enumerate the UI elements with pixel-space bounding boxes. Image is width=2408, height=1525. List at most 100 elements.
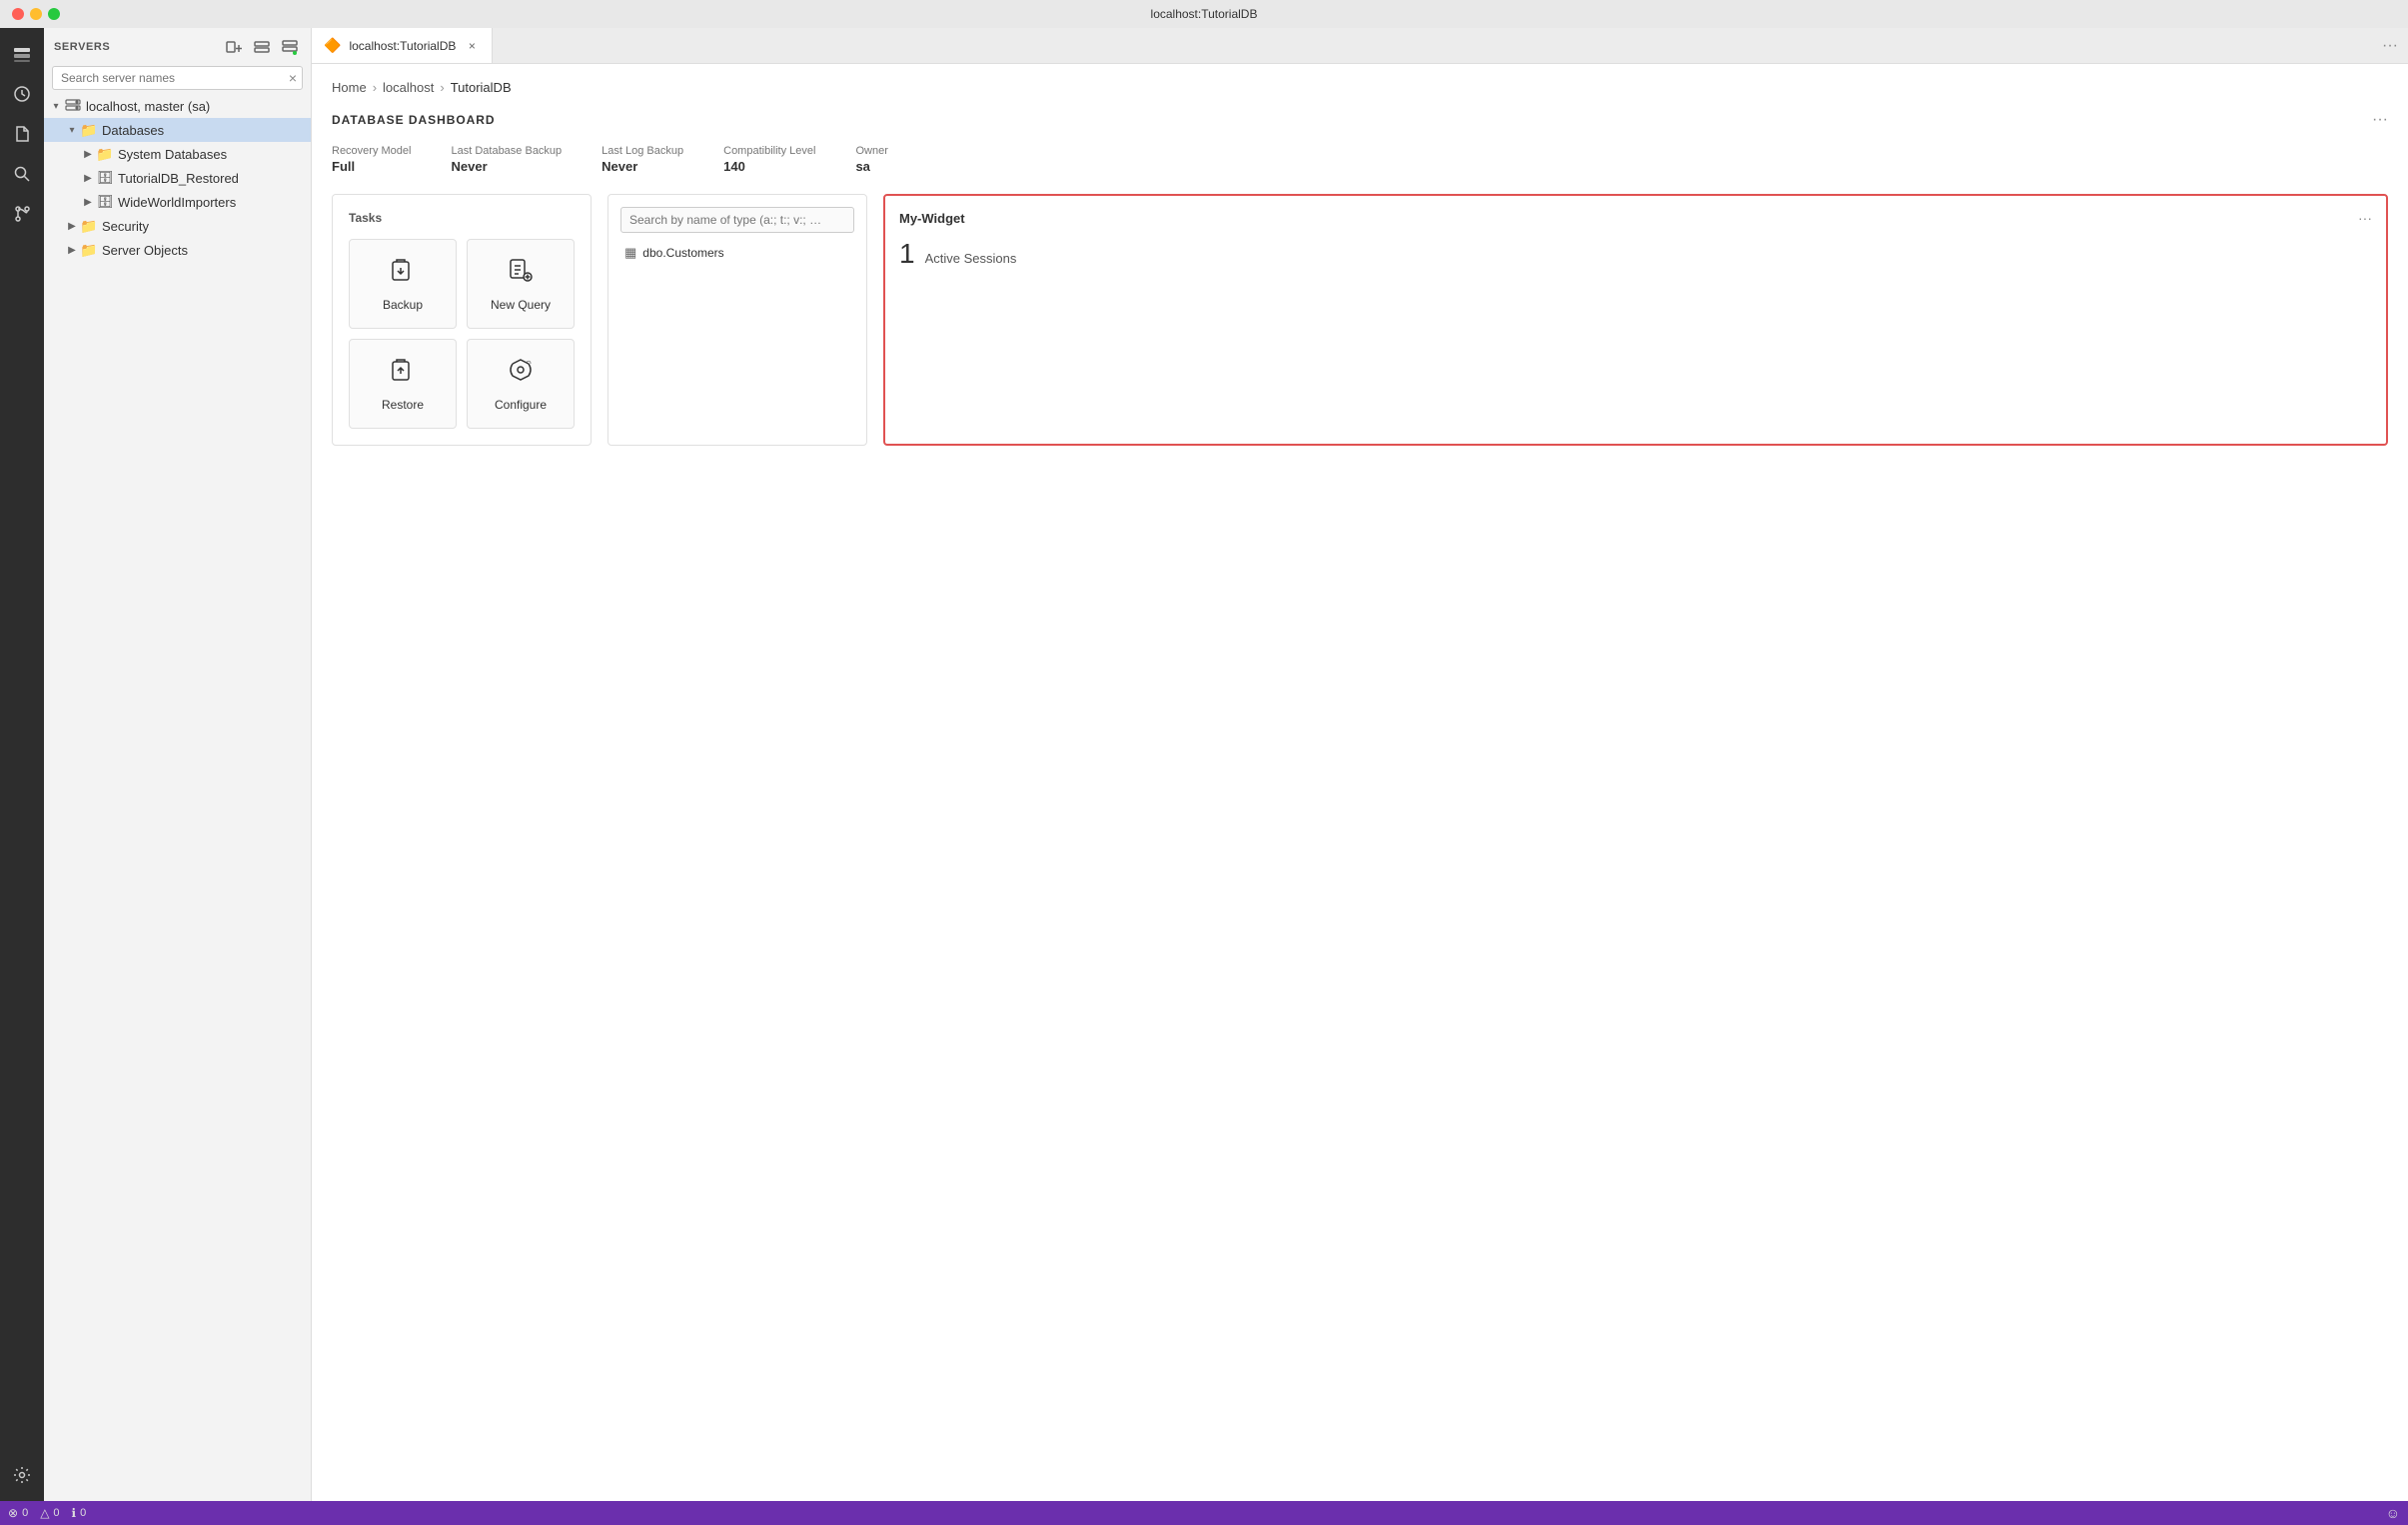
stat-owner-value: sa: [855, 159, 887, 174]
widget-title: My-Widget: [899, 211, 965, 226]
tasks-panel-title: Tasks: [349, 211, 575, 225]
widget-stat: 1 Active Sessions: [899, 238, 2372, 270]
stat-compat-level: Compatibility Level 140: [723, 145, 815, 174]
object-search-input[interactable]: [620, 207, 854, 233]
tree-item-server[interactable]: ▾ localhost, master (sa): [44, 94, 311, 118]
maximize-button[interactable]: [48, 8, 60, 20]
new-query-icon: [507, 256, 535, 290]
stat-compat-level-label: Compatibility Level: [723, 145, 815, 157]
title-bar: localhost:TutorialDB: [0, 0, 2408, 28]
tab-label: localhost:TutorialDB: [349, 39, 456, 53]
object-search-panel: ▦ dbo.Customers: [607, 194, 867, 446]
new-connection-icon[interactable]: [223, 36, 245, 58]
breadcrumb-localhost[interactable]: localhost: [383, 80, 434, 95]
tab-close-button[interactable]: ×: [464, 38, 480, 54]
activity-file-icon[interactable]: [4, 116, 40, 152]
dashboard-title: DATABASE DASHBOARD: [332, 113, 496, 127]
widget-number: 1: [899, 238, 915, 270]
system-dbs-folder-icon: 📁: [96, 145, 114, 163]
activity-servers-icon[interactable]: [4, 36, 40, 72]
tasks-grid: Backup: [349, 239, 575, 429]
status-error-count: 0: [22, 1507, 28, 1519]
sidebar-title: SERVERS: [54, 41, 110, 53]
tab-icon: 🔶: [324, 37, 341, 54]
new-query-label: New Query: [491, 298, 551, 312]
window-title: localhost:TutorialDB: [1151, 7, 1258, 21]
status-info: ℹ 0: [72, 1506, 87, 1520]
status-bar-right: ☺: [2386, 1505, 2400, 1521]
tree-arrow-server-objects: ▶: [64, 242, 80, 258]
widget-stat-label: Active Sessions: [925, 251, 1017, 266]
status-warning-count: 0: [53, 1507, 59, 1519]
system-dbs-label: System Databases: [118, 147, 227, 162]
status-errors: ⊗ 0: [8, 1506, 28, 1520]
stat-recovery-model-label: Recovery Model: [332, 145, 411, 157]
tree-item-security[interactable]: ▶ 📁 Security: [44, 214, 311, 238]
breadcrumb: Home › localhost › TutorialDB: [332, 80, 2388, 95]
tree-arrow-tutorialdb-restored: ▶: [80, 170, 96, 186]
tree-item-server-objects[interactable]: ▶ 📁 Server Objects: [44, 238, 311, 262]
status-info-icon: ℹ: [72, 1506, 77, 1520]
stat-recovery-model-value: Full: [332, 159, 411, 174]
status-bar: ⊗ 0 △ 0 ℹ 0 ☺: [0, 1501, 2408, 1525]
stat-last-db-backup-label: Last Database Backup: [451, 145, 562, 157]
wwi-label: WideWorldImporters: [118, 195, 236, 210]
status-error-icon: ⊗: [8, 1506, 18, 1520]
activity-bar: [0, 28, 44, 1501]
tab-tutorialdb[interactable]: 🔶 localhost:TutorialDB ×: [312, 28, 493, 63]
breadcrumb-current: TutorialDB: [451, 80, 512, 95]
stat-last-log-backup-label: Last Log Backup: [602, 145, 683, 157]
stats-row: Recovery Model Full Last Database Backup…: [332, 145, 2388, 174]
search-input[interactable]: [52, 66, 303, 90]
sidebar-header: SERVERS: [44, 28, 311, 62]
stat-last-log-backup: Last Log Backup Never: [602, 145, 683, 174]
minimize-button[interactable]: [30, 8, 42, 20]
traffic-lights: [12, 8, 60, 20]
restore-icon: [389, 356, 417, 390]
tutorialdb-restored-label: TutorialDB_Restored: [118, 171, 239, 186]
restore-label: Restore: [382, 398, 424, 412]
activity-clock-icon[interactable]: [4, 76, 40, 112]
tree-item-system-dbs[interactable]: ▶ 📁 System Databases: [44, 142, 311, 166]
configure-label: Configure: [495, 398, 547, 412]
tree-arrow-system-dbs: ▶: [80, 146, 96, 162]
configure-button[interactable]: Configure: [467, 339, 575, 429]
tree-container: ▾ localhost, master (sa) ▾ 📁 Databases: [44, 94, 311, 1501]
smiley-icon[interactable]: ☺: [2386, 1505, 2400, 1521]
dashboard-more-icon[interactable]: ···: [2372, 111, 2388, 129]
add-server-icon[interactable]: [251, 36, 273, 58]
server-objects-label: Server Objects: [102, 243, 188, 258]
active-connections-icon[interactable]: [279, 36, 301, 58]
wwi-icon: 🗄: [96, 193, 114, 211]
activity-search-icon[interactable]: [4, 156, 40, 192]
tab-bar: 🔶 localhost:TutorialDB × ···: [312, 28, 2408, 64]
sidebar-header-icons: [223, 36, 301, 58]
restore-button[interactable]: Restore: [349, 339, 457, 429]
tree-arrow-security: ▶: [64, 218, 80, 234]
tree-item-wwi[interactable]: ▶ 🗄 WideWorldImporters: [44, 190, 311, 214]
object-item-customers[interactable]: ▦ dbo.Customers: [620, 241, 854, 265]
close-button[interactable]: [12, 8, 24, 20]
table-icon: ▦: [624, 245, 636, 261]
activity-settings-icon[interactable]: [4, 1457, 40, 1493]
new-query-button[interactable]: New Query: [467, 239, 575, 329]
breadcrumb-home[interactable]: Home: [332, 80, 367, 95]
security-label: Security: [102, 219, 149, 234]
tab-bar-more[interactable]: ···: [2372, 28, 2408, 63]
content-area: Home › localhost › TutorialDB DATABASE D…: [312, 64, 2408, 1501]
activity-git-icon[interactable]: [4, 196, 40, 232]
stat-last-db-backup: Last Database Backup Never: [451, 145, 562, 174]
status-info-count: 0: [80, 1507, 86, 1519]
tree-item-databases[interactable]: ▾ 📁 Databases: [44, 118, 311, 142]
stat-owner: Owner sa: [855, 145, 887, 174]
tree-arrow-databases: ▾: [64, 122, 80, 138]
widget-panel: My-Widget ··· 1 Active Sessions: [883, 194, 2388, 446]
sidebar: SERVERS: [44, 28, 312, 1501]
stat-compat-level-value: 140: [723, 159, 815, 174]
databases-label: Databases: [102, 123, 164, 138]
tasks-panel: Tasks Backup: [332, 194, 592, 446]
tree-item-tutorialdb-restored[interactable]: ▶ 🗄 TutorialDB_Restored: [44, 166, 311, 190]
search-clear-icon[interactable]: ×: [289, 70, 297, 86]
widget-more-icon[interactable]: ···: [2358, 210, 2372, 226]
backup-button[interactable]: Backup: [349, 239, 457, 329]
